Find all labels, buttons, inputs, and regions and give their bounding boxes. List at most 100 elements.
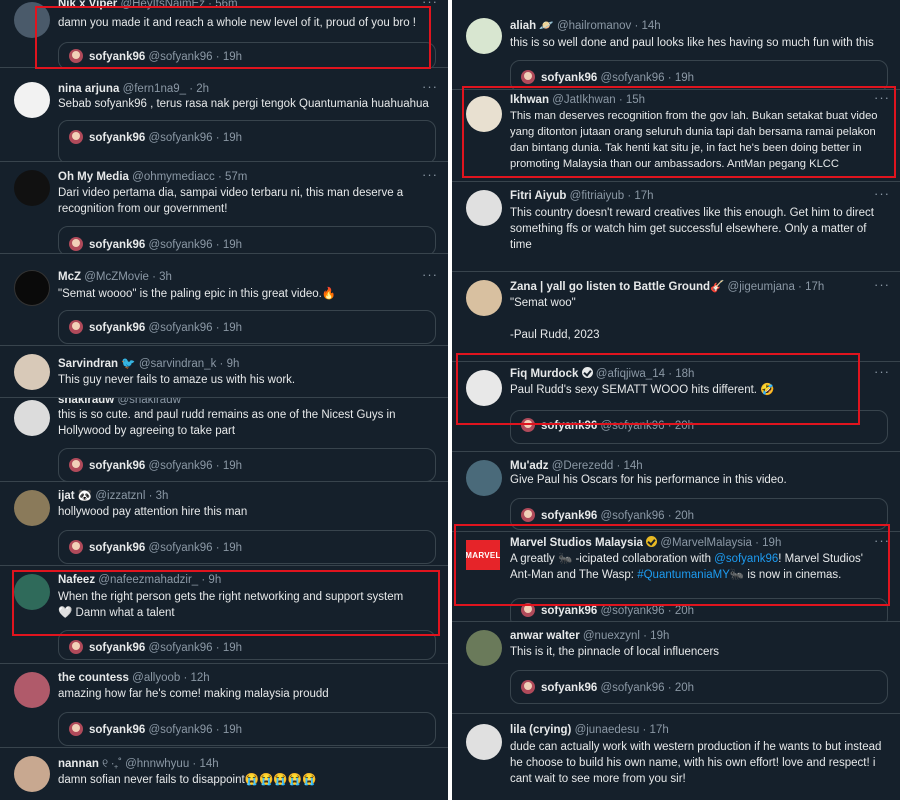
tweet-time[interactable]: 56m [215, 0, 237, 10]
reply-tweet[interactable]: Sarvindran 🐦 @sarvindran_k · 9h This guy… [0, 346, 448, 398]
tweet-time[interactable]: 17h [634, 190, 653, 202]
tweet-time[interactable]: 19h [762, 537, 781, 549]
author-name[interactable]: McZ [58, 271, 81, 283]
author-name[interactable]: Ikhwan [510, 94, 549, 106]
reply-tweet[interactable]: MARVEL Marvel Studios Malaysia @MarvelMa… [452, 532, 900, 622]
reply-tweet[interactable]: aliah 🪐 @hailromanov · 14h this is so we… [452, 10, 900, 90]
quoted-tweet[interactable]: sofyank96 @sofyank96 · 20h [510, 598, 888, 621]
author-name[interactable]: Nafeez [58, 574, 95, 586]
reply-tweet[interactable]: Nik x Viper @HeyItsNaimEz · 56m ··· damn… [0, 0, 448, 68]
more-options-icon[interactable]: ··· [874, 277, 890, 292]
tweet-time[interactable]: 14h [642, 20, 661, 32]
author-handle[interactable]: @shakiradw [117, 398, 180, 406]
author-name[interactable]: Oh My Media [58, 171, 129, 183]
quoted-tweet[interactable]: sofyank96 @sofyank96 · 20h [510, 498, 888, 530]
avatar[interactable] [14, 354, 50, 390]
quoted-tweet[interactable]: sofyank96 @sofyank96 · 19h [58, 226, 436, 253]
author-handle[interactable]: @nuexzynl [583, 630, 640, 642]
avatar[interactable] [14, 270, 50, 306]
author-handle[interactable]: @ohmymediacc [132, 171, 215, 183]
author-name[interactable]: Sarvindran [58, 358, 118, 370]
tweet-time[interactable]: 17h [805, 281, 824, 293]
avatar[interactable] [14, 756, 50, 792]
author-name[interactable]: nannan [58, 758, 99, 770]
tweet-time[interactable]: 15h [626, 94, 645, 106]
avatar[interactable] [466, 630, 502, 666]
author-name[interactable]: shakiradw [58, 398, 114, 406]
quoted-tweet[interactable]: sofyank96 @sofyank96 · 19h [58, 120, 436, 161]
quoted-tweet[interactable]: sofyank96 @sofyank96 · 19h [510, 60, 888, 89]
reply-tweet[interactable]: the countess @allyoob · 12h amazing how … [0, 664, 448, 748]
tweet-time[interactable]: 18h [675, 368, 694, 380]
author-handle[interactable]: @JatIkhwan [552, 94, 615, 106]
more-options-icon[interactable]: ··· [422, 79, 438, 94]
reply-tweet[interactable]: McZ @McZMovie · 3h ··· "Semat woooo" is … [0, 262, 448, 346]
avatar[interactable] [14, 2, 50, 38]
author-handle[interactable]: @nafeezmahadzir_ [98, 574, 198, 586]
tweet-time[interactable]: 9h [208, 574, 221, 586]
more-options-icon[interactable]: ··· [422, 167, 438, 182]
reply-tweet[interactable]: Nafeez @nafeezmahadzir_ · 9h When the ri… [0, 566, 448, 664]
more-options-icon[interactable]: ··· [422, 0, 438, 9]
quoted-tweet[interactable]: sofyank96 @sofyank96 · 19h [58, 310, 436, 344]
more-options-icon[interactable]: ··· [874, 364, 890, 379]
mention-link[interactable]: @sofyank96 [714, 553, 778, 565]
quoted-tweet[interactable]: sofyank96 @sofyank96 · 20h [510, 670, 888, 704]
reply-tweet[interactable]: Mu'adz @Derezedd · 14h Give Paul his Osc… [452, 452, 900, 532]
author-handle[interactable]: @MarvelMalaysia [660, 537, 752, 549]
author-name[interactable]: Marvel Studios Malaysia [510, 537, 643, 549]
hashtag-link[interactable]: #QuantumaniaMY [637, 569, 730, 581]
quoted-tweet[interactable]: sofyank96 @sofyank96 · 19h [58, 630, 436, 660]
tweet-time[interactable]: 14h [199, 758, 218, 770]
author-handle[interactable]: @HeyItsNaimEz [120, 0, 205, 10]
reply-tweet[interactable]: shakiradw @shakiradw this is so cute. an… [0, 398, 448, 482]
avatar[interactable] [466, 370, 502, 406]
reply-tweet[interactable]: nina arjuna @fern1na9_ · 2h ··· Sebab so… [0, 74, 448, 162]
tweet-time[interactable]: 19h [650, 630, 669, 642]
reply-tweet[interactable]: anwar walter @nuexzynl · 19h This is it,… [452, 622, 900, 714]
avatar[interactable] [466, 460, 502, 496]
reply-tweet[interactable]: lila (crying) @junaedesu · 17h dude can … [452, 714, 900, 800]
author-name[interactable]: the countess [58, 672, 129, 684]
avatar[interactable] [14, 82, 50, 118]
author-name[interactable]: aliah [510, 20, 536, 32]
tweet-time[interactable]: 9h [227, 358, 240, 370]
tweet-time[interactable]: 14h [624, 460, 643, 472]
avatar[interactable] [466, 18, 502, 54]
more-options-icon[interactable]: ··· [874, 90, 890, 105]
tweet-time[interactable]: 3h [159, 271, 172, 283]
avatar[interactable] [466, 280, 502, 316]
quoted-tweet[interactable]: sofyank96 @sofyank96 · 19h [58, 42, 436, 67]
author-name[interactable]: Nik x Viper [58, 0, 117, 10]
author-name[interactable]: nina arjuna [58, 83, 119, 95]
author-handle[interactable]: @fitriaiyub [570, 190, 625, 202]
author-handle[interactable]: @McZMovie [84, 271, 149, 283]
quoted-tweet[interactable]: sofyank96 @sofyank96 · 19h [58, 712, 436, 746]
reply-tweet[interactable]: Fiq Murdock @afiqjiwa_14 · 18h ··· Paul … [452, 362, 900, 452]
author-handle[interactable]: @jigeumjana [728, 281, 795, 293]
author-name[interactable]: Zana | yall go listen to Battle Ground [510, 281, 710, 293]
avatar[interactable] [14, 574, 50, 610]
reply-tweet[interactable]: ijat 🐼 @izzatznl · 3h hollywood pay atte… [0, 482, 448, 566]
author-handle[interactable]: @sarvindran_k [139, 358, 217, 370]
more-options-icon[interactable]: ··· [874, 186, 890, 201]
author-handle[interactable]: @afiqjiwa_14 [596, 368, 665, 380]
reply-tweet[interactable]: Zana | yall go listen to Battle Ground🎸 … [452, 272, 900, 362]
reply-tweet[interactable]: Ikhwan @JatIkhwan · 15h ··· This man des… [452, 90, 900, 182]
author-name[interactable]: Fitri Aiyub [510, 190, 566, 202]
more-options-icon[interactable]: ··· [422, 267, 438, 282]
avatar[interactable] [14, 170, 50, 206]
avatar[interactable] [14, 400, 50, 436]
quoted-tweet[interactable]: sofyank96 @sofyank96 · 19h [58, 448, 436, 481]
quoted-tweet[interactable]: sofyank96 @sofyank96 · 19h [58, 530, 436, 564]
quoted-tweet[interactable]: sofyank96 @sofyank96 · 20h [510, 410, 888, 444]
reply-tweet[interactable]: Oh My Media @ohmymediacc · 57m ··· Dari … [0, 162, 448, 254]
author-handle[interactable]: @izzatznl [95, 490, 145, 502]
avatar[interactable] [466, 96, 502, 132]
avatar[interactable] [14, 672, 50, 708]
marvel-logo[interactable]: MARVEL [466, 540, 500, 570]
reply-tweet[interactable]: nannan ୧ ‧₊˚ @hnnwhyuu · 14h damn sofian… [0, 748, 448, 800]
author-handle[interactable]: @fern1na9_ [123, 83, 186, 95]
tweet-time[interactable]: 2h [196, 83, 209, 95]
tweet-time[interactable]: 3h [156, 490, 169, 502]
